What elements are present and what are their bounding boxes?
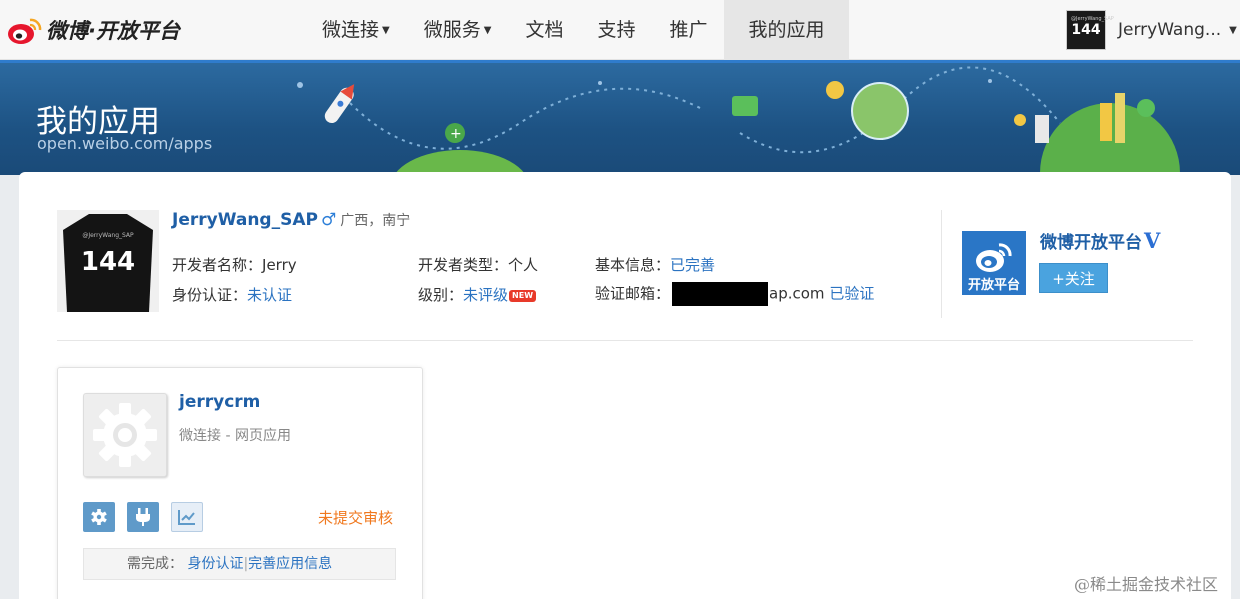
identity-row: 身份认证：未认证 xyxy=(172,284,292,305)
platform-name-line: 微博开放平台V xyxy=(1040,228,1160,253)
watermark: @稀土掘金技术社区 xyxy=(1074,575,1219,594)
todo-identity-link[interactable]: 身份认证 xyxy=(187,556,243,572)
nav-label: 支持 xyxy=(597,19,636,41)
app-review-status: 未提交审核 xyxy=(318,509,394,527)
user-menu[interactable]: @JerryWang_SAP 144 JerryWang... ▼ xyxy=(1066,10,1237,50)
banner-illustration: + xyxy=(297,66,1180,175)
platform-name[interactable]: 微博开放平台 xyxy=(1040,233,1142,253)
app-settings-button[interactable] xyxy=(83,502,115,532)
todo-app-info-link[interactable]: 完善应用信息 xyxy=(248,556,332,572)
platform-logo-text: 开放平台 xyxy=(967,278,1020,293)
nav-promote[interactable]: 推广 xyxy=(652,0,724,60)
developer-name-label: 开发者名称： xyxy=(172,256,263,274)
identity-link[interactable]: 未认证 xyxy=(247,286,292,304)
content-card: @JerryWang_SAP 144 JerryWang_SAP ♂ 广西，南宁 开… xyxy=(19,172,1231,599)
developer-name-value: Jerry xyxy=(262,256,297,274)
gear-icon xyxy=(91,509,107,525)
new-badge: NEW xyxy=(509,289,537,302)
email-status-link[interactable]: 已验证 xyxy=(829,285,874,303)
app-plugin-button[interactable] xyxy=(127,502,159,532)
level-link[interactable]: 未评级 xyxy=(463,286,508,304)
nav-label: 推广 xyxy=(669,19,708,41)
profile-avatar[interactable]: @JerryWang_SAP 144 xyxy=(57,210,159,312)
nav-label: 微服务 xyxy=(423,19,481,41)
nav-my-apps[interactable]: 我的应用 xyxy=(724,0,849,60)
caret-down-icon: ▼ xyxy=(483,24,492,36)
nav-label: 文档 xyxy=(525,19,564,41)
identity-label: 身份认证： xyxy=(172,286,248,304)
level-row: 级别：未评级 NEW xyxy=(418,284,537,305)
basic-info-row: 基本信息：已完善 xyxy=(595,254,715,275)
profile-name[interactable]: JerryWang_SAP xyxy=(172,210,318,230)
horizontal-divider xyxy=(57,340,1193,341)
basic-info-link[interactable]: 已完善 xyxy=(670,256,715,274)
weibo-open-logo[interactable]: 微博·开放平台 xyxy=(6,12,180,48)
nav-weifuwu[interactable]: 微服务 ▼ xyxy=(407,0,509,60)
caret-down-icon[interactable]: ▼ xyxy=(1229,25,1237,36)
caret-down-icon: ▼ xyxy=(382,24,390,36)
email-redaction xyxy=(672,282,769,306)
nav-docs[interactable]: 文档 xyxy=(508,0,580,60)
nav-label: 我的应用 xyxy=(748,19,825,41)
level-label: 级别： xyxy=(418,286,464,304)
nav-support[interactable]: 支持 xyxy=(580,0,652,60)
verified-icon: V xyxy=(1144,228,1161,253)
developer-type-row: 开发者类型：个人 xyxy=(418,254,538,275)
main-nav: 微连接 ▼ 微服务 ▼ 文档 支持 推广 我的应用 xyxy=(305,0,849,60)
follow-button[interactable]: +关注 xyxy=(1039,263,1108,293)
email-label: 验证邮箱： xyxy=(595,284,671,303)
developer-type-value: 个人 xyxy=(508,256,539,274)
vertical-divider xyxy=(941,210,942,318)
nav-weilianjie[interactable]: 微连接 ▼ xyxy=(305,0,407,60)
user-avatar[interactable]: @JerryWang_SAP 144 xyxy=(1066,10,1114,50)
email-suffix: ap.com xyxy=(769,284,825,303)
app-stats-button[interactable] xyxy=(171,502,203,532)
weibo-logo-icon xyxy=(6,14,44,46)
email-row: 验证邮箱： ap.com 已验证 xyxy=(595,282,874,306)
top-navbar: 微博·开放平台 微连接 ▼ 微服务 ▼ 文档 支持 推广 我的应用 @JerryWa… xyxy=(0,0,1240,60)
todo-label: 需完成： xyxy=(127,556,183,572)
open-platform-logo[interactable]: 开放平台 xyxy=(962,231,1026,295)
app-todo-bar: 需完成： 身份认证|完善应用信息 xyxy=(83,548,396,580)
chart-icon xyxy=(178,510,195,525)
avatar-number: 144 xyxy=(81,247,135,277)
logo-text: 微博·开放平台 xyxy=(46,19,180,43)
avatar-number: 144 xyxy=(1071,22,1101,38)
banner-subtitle: open.weibo.com/apps xyxy=(37,134,213,153)
app-card: jerrycrm 微连接 - 网页应用 未提交审核 需完成： 身份认证|完善应用… xyxy=(57,367,423,599)
avatar-caption: @JerryWang_SAP xyxy=(82,232,134,239)
profile-location: 广西，南宁 xyxy=(340,213,411,229)
profile-name-line: JerryWang_SAP ♂ 广西，南宁 xyxy=(172,210,410,230)
developer-name-row: 开发者名称：Jerry xyxy=(172,254,297,275)
app-name[interactable]: jerrycrm xyxy=(179,392,260,412)
plug-icon xyxy=(136,508,150,526)
gear-placeholder-icon xyxy=(93,403,157,467)
avatar-caption: @JerryWang_SAP xyxy=(1071,16,1114,22)
male-icon: ♂ xyxy=(320,210,337,230)
app-icon[interactable] xyxy=(83,393,167,477)
user-name[interactable]: JerryWang... xyxy=(1118,20,1221,40)
basic-info-label: 基本信息： xyxy=(595,256,671,274)
developer-type-label: 开发者类型： xyxy=(418,256,509,274)
svg-text:+: + xyxy=(450,126,462,142)
app-type: 微连接 - 网页应用 xyxy=(179,428,291,444)
page-banner: + 我的应用 open.weibo.com/apps xyxy=(0,60,1240,175)
nav-label: 微连接 xyxy=(322,19,380,41)
